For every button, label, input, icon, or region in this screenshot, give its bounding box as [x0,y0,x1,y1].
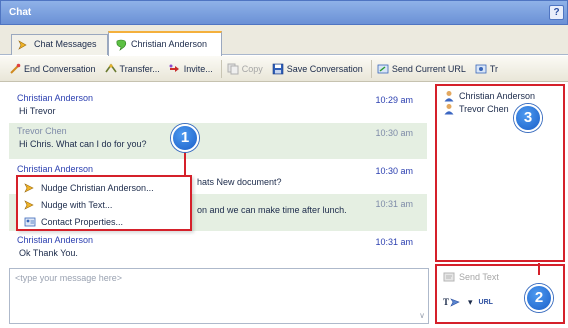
message-text: Hi Trevor [19,106,56,116]
participant-name: Trevor Chen [459,103,509,114]
message-time: 10:31 am [375,199,413,209]
participant-item[interactable]: Christian Anderson [437,89,563,102]
callout-badge-3: 3 [514,104,542,132]
overflow-label: Tr [489,63,499,74]
nudge-arrow-icon [24,182,34,193]
message-time: 10:30 am [375,128,413,138]
message-sender: Christian Anderson [17,235,94,245]
message-time: 10:29 am [375,95,413,105]
tab-label: Christian Anderson [131,39,208,49]
save-conversation-button[interactable]: Save Conversation [269,58,369,80]
menu-item-contact-properties[interactable]: Contact Properties... [18,213,190,230]
menu-item-label: Nudge Christian Anderson... [41,182,154,193]
contact-context-menu: Nudge Christian Anderson... Nudge with T… [16,175,192,231]
callout-leader-line [538,263,540,275]
send-text-button[interactable]: Send Text [443,271,499,283]
participant-item[interactable]: Trevor Chen [437,102,563,115]
copy-label: Copy [241,63,263,74]
nudge-arrow-icon [24,199,34,210]
message-time: 10:31 am [375,237,413,247]
chat-window-titlebar: Chat ? [0,0,568,25]
send-current-url-button[interactable]: Send Current URL [374,58,472,80]
invite-icon [169,64,179,72]
conversation-toolbar: End Conversation Transfer... Invite... C… [0,56,568,82]
save-conversation-label: Save Conversation [286,63,363,74]
invite-label: Invite... [183,63,213,74]
callout-badge-1: 1 [171,124,199,152]
send-text-icon [443,272,455,282]
transfer-button[interactable]: Transfer... [102,58,166,80]
contact-person-icon [444,103,454,114]
tab-label: Chat Messages [34,39,97,49]
copy-button[interactable]: Copy [224,58,269,80]
dropdown-arrow-icon[interactable]: ▾ [468,297,473,308]
send-url-icon [377,64,389,73]
save-disk-icon [272,63,284,74]
end-conversation-icon [10,63,21,74]
text-format-button[interactable]: T [443,297,449,307]
transfer-label: Transfer... [119,63,160,74]
copy-icon [227,63,239,74]
participants-panel: Christian Anderson Trevor Chen [435,84,565,262]
contact-person-icon [444,90,454,101]
message-sender: Trevor Chen [17,126,67,136]
toolbar-separator [220,59,222,78]
nudge-arrow-icon [18,40,27,50]
chat-message: Trevor Chen 10:30 am Hi Chris. What can … [9,123,427,159]
callout-leader-line [184,150,186,175]
message-input[interactable]: <type your message here> ∨ [9,268,429,324]
chat-history: Christian Anderson 10:29 am Hi Trevor Tr… [9,86,427,262]
participant-name: Christian Anderson [459,90,536,101]
invite-button[interactable]: Invite... [166,58,219,80]
insert-url-button[interactable]: URL [479,299,493,306]
menu-item-nudge-contact[interactable]: Nudge Christian Anderson... [18,179,190,196]
scroll-down-icon[interactable]: ∨ [419,311,425,320]
chat-message: Christian Anderson 10:31 am Ok Thank You… [9,232,427,262]
tab-chat-messages[interactable]: Chat Messages [11,34,108,55]
end-conversation-label: End Conversation [24,63,96,74]
message-sender: Christian Anderson [17,93,94,103]
send-text-label: Send Text [459,272,499,282]
nudge-format-icon[interactable] [450,296,462,308]
toolbar-overflow-button[interactable]: Tr [472,58,504,80]
window-title: Chat [9,7,32,18]
menu-item-label: Nudge with Text... [41,199,113,210]
message-text: Ok Thank You. [19,248,78,258]
message-time: 10:30 am [375,166,413,176]
toolbar-separator [370,59,372,78]
help-button[interactable]: ? [549,5,564,20]
menu-item-label: Contact Properties... [41,216,124,227]
message-sender: Christian Anderson [17,164,94,174]
transfer-icon [104,63,117,72]
format-tools: T ▾ URL [443,296,493,308]
end-conversation-button[interactable]: End Conversation [6,58,102,80]
conversation-tabs: Chat Messages Christian Anderson [0,25,568,56]
callout-badge-2: 2 [525,284,553,312]
tab-christian-anderson[interactable]: Christian Anderson [108,31,222,56]
send-current-url-label: Send Current URL [391,63,466,74]
message-input-placeholder: <type your message here> [15,273,123,283]
message-text: Hi Chris. What can I do for you? [19,139,147,149]
chat-message: Christian Anderson 10:29 am Hi Trevor [9,90,427,122]
green-chat-bubble-icon [116,39,127,51]
overflow-icon [475,64,487,73]
contact-card-icon [24,217,36,226]
menu-item-nudge-with-text[interactable]: Nudge with Text... [18,196,190,213]
